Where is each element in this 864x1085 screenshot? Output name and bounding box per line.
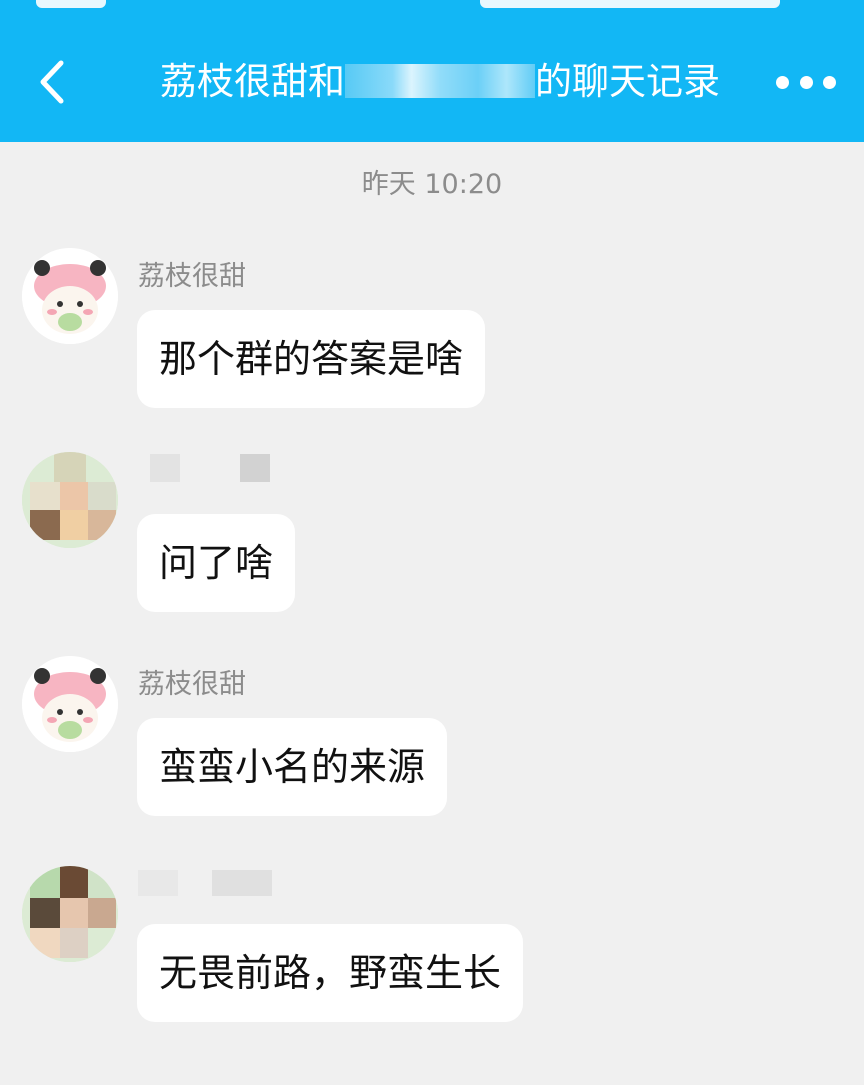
dot xyxy=(776,75,789,89)
blurred-avatar[interactable] xyxy=(22,866,118,962)
message-bubble[interactable]: 那个群的答案是啥 xyxy=(137,310,486,408)
redacted-sender xyxy=(138,452,288,486)
dot xyxy=(799,75,813,89)
dot xyxy=(823,75,836,89)
blurred-avatar[interactable] xyxy=(22,452,118,548)
title-suffix: 的聊天记录 xyxy=(535,60,720,103)
avatar-illustration xyxy=(22,656,118,752)
sender-name: 荔枝很甜 xyxy=(138,261,246,292)
message-bubble[interactable]: 无畏前路，野蛮生长 xyxy=(137,924,524,1022)
page-title: 荔枝很甜和 的聊天记录 xyxy=(130,56,750,108)
panda-hat-avatar[interactable] xyxy=(22,656,118,752)
sender-name: 荔枝很甜 xyxy=(138,669,246,700)
pixelated-avatar xyxy=(22,452,118,548)
pixelated-avatar xyxy=(22,866,118,962)
message-bubble[interactable]: 蛮蛮小名的来源 xyxy=(137,718,448,816)
panda-hat-avatar[interactable] xyxy=(22,248,118,344)
status-bar xyxy=(0,0,864,12)
back-button[interactable] xyxy=(30,56,74,108)
chevron-left-icon xyxy=(40,60,64,104)
message-bubble[interactable]: 问了啥 xyxy=(137,514,296,612)
chat-timestamp: 昨天 10:20 xyxy=(361,169,503,200)
redacted-name xyxy=(345,64,535,98)
more-dots-icon[interactable] xyxy=(776,64,836,100)
chat-header: 荔枝很甜和 的聊天记录 xyxy=(0,0,864,142)
avatar-illustration xyxy=(22,248,118,344)
redacted-sender xyxy=(138,866,288,900)
title-prefix: 荔枝很甜和 xyxy=(160,60,345,103)
